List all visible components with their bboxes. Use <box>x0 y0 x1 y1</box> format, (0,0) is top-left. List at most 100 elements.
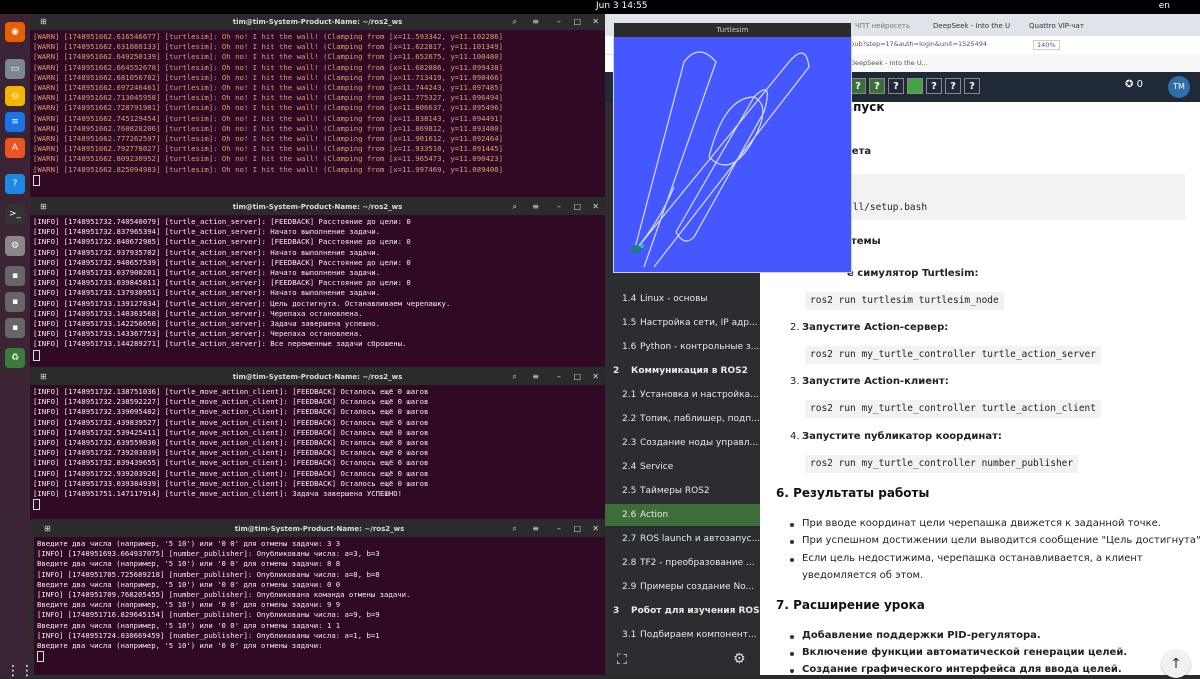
tab-faded[interactable]: ЧПТ нейросеть <box>855 18 925 34</box>
terminal-output[interactable]: Введите два числа (например, '5 10') или… <box>34 537 605 663</box>
sidebar-item[interactable]: 2.1 Установка и настройка... <box>605 384 760 406</box>
clock[interactable]: Jun 3 14:55 <box>596 1 647 11</box>
software-icon[interactable]: A <box>5 138 25 158</box>
minimize-icon[interactable]: – <box>557 521 561 537</box>
search-icon[interactable]: ⌕ <box>513 369 517 385</box>
avatar[interactable]: TM <box>1168 76 1190 98</box>
app-grid-icon[interactable]: ⋮⋮ <box>6 664 34 678</box>
maximize-icon[interactable]: □ <box>573 14 581 30</box>
sidebar-item[interactable]: 3 Робот для изучения ROS2 <box>605 600 760 622</box>
writer-icon[interactable]: ≡ <box>5 112 25 132</box>
bookmark-item[interactable]: DeepSeek - Into the U... <box>850 59 928 67</box>
expand-icon[interactable]: ⛶ <box>617 652 627 668</box>
terminal-line: Введите два числа (например, '5 10') или… <box>37 539 341 548</box>
terminal-line: Введите два числа (например, '5 10') или… <box>37 559 341 569</box>
trash-icon[interactable]: ♻ <box>5 348 25 368</box>
rhythmbox-icon[interactable]: ◎ <box>5 86 25 106</box>
terminal-window-action-server[interactable]: ⊞ tim@tim-System-Product-Name: ~/ros2_ws ⌕… <box>30 199 605 367</box>
scroll-top-button[interactable]: ↑ <box>1162 650 1190 678</box>
new-tab-icon[interactable]: ⊞ <box>40 14 47 30</box>
terminal-line: [INFO] [1748951733.039845811] [turtle_ac… <box>33 278 411 288</box>
maximize-icon[interactable]: □ <box>573 199 581 215</box>
sidebar-item[interactable]: 2.4 Service <box>605 456 760 478</box>
maximize-icon[interactable]: □ <box>573 521 581 537</box>
close-icon[interactable]: ✕ <box>592 199 599 215</box>
terminal-output[interactable]: [INFO] [1748951732.740540079] [turtle_ac… <box>30 215 605 361</box>
step-badge[interactable]: ? <box>926 78 942 94</box>
gear-icon[interactable]: ⚙ <box>733 651 746 667</box>
minimize-icon[interactable]: – <box>557 199 561 215</box>
step-badge[interactable]: ? <box>888 78 904 94</box>
sidebar-item[interactable]: 2.5 Таймеры ROS2 <box>605 480 760 502</box>
code-publisher[interactable]: ros2 run my_turtle_controller number_pub… <box>805 455 1079 473</box>
files-icon[interactable]: ▭ <box>5 59 25 79</box>
url-text[interactable]: /pub?step=17&auth=login&unit=1525494 <box>848 40 987 48</box>
close-icon[interactable]: ✕ <box>592 14 599 30</box>
score[interactable]: ✪ 0 <box>1125 79 1143 90</box>
sidebar-item[interactable]: 1.6 Python - контрольные з... <box>605 336 760 358</box>
sidebar-item[interactable]: 1.5 Настройка сети, IP адр... <box>605 312 760 334</box>
menu-icon[interactable]: ≡ <box>532 521 539 537</box>
terminal-icon[interactable]: >_ <box>5 204 25 224</box>
terminal-output[interactable]: [INFO] [1748951732.138751036] [turtle_mo… <box>30 385 605 511</box>
new-tab-icon[interactable]: ⊞ <box>44 521 51 537</box>
sidebar-item[interactable]: 2.7 ROS launch и автозапус... <box>605 528 760 550</box>
step-badge[interactable]: ? <box>869 78 885 94</box>
sidebar-item-label: ROS launch и автозапус... <box>640 534 760 544</box>
sidebar-item[interactable]: 1.4 Linux - основы <box>605 288 760 310</box>
maximize-icon[interactable]: □ <box>573 369 581 385</box>
sidebar-item[interactable]: 2.8 TF2 - преобразование ... <box>605 552 760 574</box>
terminal-window-number-publisher[interactable]: ⊞ tim@tim-System-Product-Name: ~/ros2_ws ⌕… <box>34 521 605 675</box>
close-icon[interactable]: ✕ <box>592 369 599 385</box>
menu-icon[interactable]: ≡ <box>532 14 539 30</box>
help-icon[interactable]: ? <box>5 174 25 194</box>
sidebar-item[interactable]: 2 Коммуникация в ROS2 <box>605 360 760 382</box>
terminal-titlebar[interactable]: ⊞ tim@tim-System-Product-Name: ~/ros2_ws ⌕… <box>30 14 605 30</box>
terminal-titlebar[interactable]: ⊞ tim@tim-System-Product-Name: ~/ros2_ws ⌕… <box>34 521 605 537</box>
menu-icon[interactable]: ≡ <box>532 199 539 215</box>
step-badge-current[interactable] <box>907 78 923 94</box>
sidebar-item-label: Python - контрольные з... <box>640 342 760 352</box>
code-client[interactable]: ros2 run my_turtle_controller turtle_act… <box>805 400 1101 418</box>
step4-label: Запустите публикатор координат: <box>802 431 1002 442</box>
search-icon[interactable]: ⌕ <box>513 14 517 30</box>
terminal-window-turtlesim[interactable]: ⊞ tim@tim-System-Product-Name: ~/ros2_ws ⌕… <box>30 14 605 197</box>
code-server[interactable]: ros2 run my_turtle_controller turtle_act… <box>805 346 1101 364</box>
firefox-icon[interactable]: ◉ <box>5 22 25 42</box>
settings-icon[interactable]: ⚙ <box>5 236 25 256</box>
step-badge[interactable]: ? <box>945 78 961 94</box>
terminal-title: tim@tim-System-Product-Name: ~/ros2_ws <box>232 203 403 211</box>
search-icon[interactable]: ⌕ <box>513 199 517 215</box>
step3-label: Запустите Action-клиент: <box>802 376 949 387</box>
close-icon[interactable]: ✕ <box>592 521 599 537</box>
sidebar-item[interactable]: 3.1 Подбираем компонент... <box>605 624 760 646</box>
terminal-window-action-client[interactable]: ⊞ tim@tim-System-Product-Name: ~/ros2_ws ⌕… <box>30 369 605 519</box>
turtle-trail <box>675 89 768 242</box>
code-sim[interactable]: ros2 run turtlesim turtlesim_node <box>805 292 1004 310</box>
disk2-icon[interactable]: ▪ <box>5 292 25 312</box>
turtlesim-canvas <box>630 51 810 268</box>
zoom-level[interactable]: 140% <box>1033 40 1060 50</box>
menu-icon[interactable]: ≡ <box>532 369 539 385</box>
terminal-titlebar[interactable]: ⊞ tim@tim-System-Product-Name: ~/ros2_ws ⌕… <box>30 369 605 385</box>
disk3-icon[interactable]: ▪ <box>5 318 25 338</box>
sidebar-item[interactable]: 2.9 Примеры создание No... <box>605 576 760 598</box>
step-badge[interactable]: ? <box>964 78 980 94</box>
step-badge[interactable]: ? <box>850 78 866 94</box>
new-tab-icon[interactable]: ⊞ <box>40 369 47 385</box>
terminal-line: [INFO] [1748951705.725689218] [number_pu… <box>37 569 380 579</box>
minimize-icon[interactable]: – <box>557 369 561 385</box>
terminal-titlebar[interactable]: ⊞ tim@tim-System-Product-Name: ~/ros2_ws ⌕… <box>30 199 605 215</box>
minimize-icon[interactable]: – <box>557 14 561 30</box>
keyboard-layout[interactable]: en <box>1159 1 1170 11</box>
new-tab-icon[interactable]: ⊞ <box>40 199 47 215</box>
terminal-output[interactable]: [WARN] [1748951662.616546677] [turtlesim… <box>30 30 605 186</box>
tab-quattro[interactable]: Quattro VIP-чат <box>1029 18 1101 34</box>
sidebar-item[interactable]: 2.6 Action <box>605 504 760 526</box>
disk-icon[interactable]: ▪ <box>5 266 25 286</box>
turtlesim-window[interactable]: Turtlesim <box>613 23 852 273</box>
tab-deepseek[interactable]: DeepSeek - Into the U <box>933 18 1023 34</box>
sidebar-item[interactable]: 2.3 Создание ноды управл... <box>605 432 760 454</box>
search-icon[interactable]: ⌕ <box>513 521 517 537</box>
sidebar-item[interactable]: 2.2 Топик, паблишер, подп... <box>605 408 760 430</box>
